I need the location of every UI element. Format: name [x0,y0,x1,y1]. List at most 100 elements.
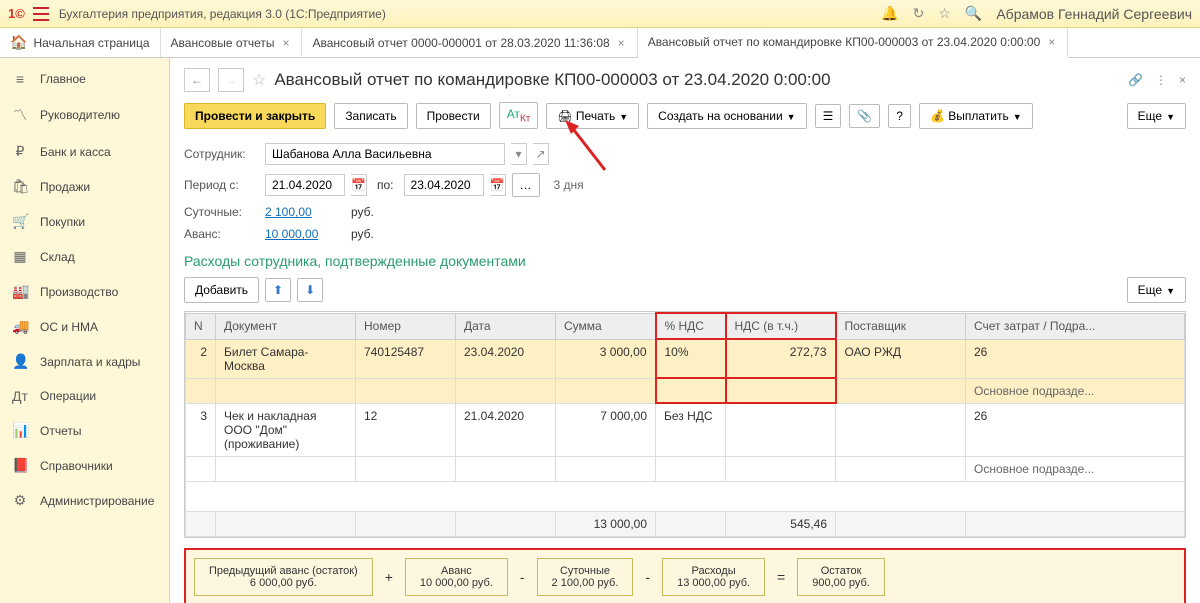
col-vat-pct[interactable]: % НДС [656,313,726,339]
employee-field[interactable] [265,143,505,165]
logo-1c: 1© [8,6,25,21]
tab-home[interactable]: 🏠 Начальная страница [4,28,161,57]
sidebar-ops[interactable]: ДтОперации [0,379,169,413]
sidebar-stock[interactable]: ▦Склад [0,239,169,274]
col-doc[interactable]: Документ [216,313,356,339]
factory-icon: 🏭 [12,283,28,300]
sidebar-main[interactable]: ≡Главное [0,62,169,96]
summary-prev: Предыдущий аванс (остаток) 6 000,00 руб. [194,558,373,596]
summary-remain: Остаток 900,00 руб. [797,558,885,596]
sidebar-admin[interactable]: ⚙Администрирование [0,483,169,518]
more-button[interactable]: Еще▼ [1127,103,1186,129]
structure-button[interactable]: ☰ [815,104,842,128]
calendar-icon[interactable]: 📅 [490,174,506,196]
col-account[interactable]: Счет затрат / Подра... [966,313,1185,339]
close-icon[interactable]: × [280,36,291,50]
star-icon[interactable]: ☆ [938,5,951,22]
col-n[interactable]: N [186,313,216,339]
equals-icon: = [773,569,789,585]
tab-report-current[interactable]: Авансовый отчет по командировке КП00-000… [638,28,1069,58]
ledger-icon: Дт [12,388,28,404]
search-icon[interactable]: 🔍 [965,5,982,22]
perdiem-value[interactable]: 2 100,00 [265,205,345,219]
expenses-table: N Документ Номер Дата Сумма % НДС НДС (в… [184,311,1186,538]
help-button[interactable]: ? [888,104,911,128]
kebab-icon[interactable]: ⋮ [1155,73,1167,87]
tabs-row: 🏠 Начальная страница Авансовые отчеты × … [0,28,1200,58]
table-row[interactable]: 3 Чек и накладная ООО "Дом" (проживание)… [186,403,1185,456]
bell-icon[interactable]: 🔔 [881,5,898,22]
move-down-button[interactable]: ⬇ [297,278,323,302]
expand-button[interactable]: … [512,173,540,197]
sidebar-reports[interactable]: 📊Отчеты [0,413,169,448]
period-label: Период с: [184,178,259,192]
history-icon[interactable]: ↻ [913,5,925,22]
date-from-field[interactable] [265,174,345,196]
table-row-sub[interactable]: Основное подразде... [186,456,1185,481]
cart-icon: 🛒 [12,213,28,230]
sidebar-refs[interactable]: 📕Справочники [0,448,169,483]
sidebar-sales[interactable]: 🛍Продажи [0,169,169,204]
advance-value[interactable]: 10 000,00 [265,227,345,241]
table-row-sub[interactable]: Основное подразде... [186,378,1185,403]
advance-label: Аванс: [184,227,259,241]
summary-perdiem: Суточные 2 100,00 руб. [537,558,634,596]
sidebar-buy[interactable]: 🛒Покупки [0,204,169,239]
col-supplier[interactable]: Поставщик [836,313,966,339]
username[interactable]: Абрамов Геннадий Сергеевич [996,6,1192,22]
more-button[interactable]: Еще▼ [1127,277,1186,303]
book-icon: 📕 [12,457,28,474]
table-row[interactable]: 2 Билет Самара-Москва 740125487 23.04.20… [186,339,1185,378]
sidebar-prod[interactable]: 🏭Производство [0,274,169,309]
totals-row: 13 000,00 545,46 [186,511,1185,536]
close-icon[interactable]: × [616,36,627,50]
favorite-icon[interactable]: ☆ [252,70,266,90]
forward-button[interactable]: → [218,68,244,92]
perdiem-label: Суточные: [184,205,259,219]
tab-label: Авансовые отчеты [171,36,275,50]
col-sum[interactable]: Сумма [556,313,656,339]
bar-icon: 📊 [12,422,28,439]
col-num[interactable]: Номер [356,313,456,339]
col-vat[interactable]: НДС (в т.ч.) [726,313,836,339]
tab-advance-reports[interactable]: Авансовые отчеты × [161,28,303,57]
doc-title: Авансовый отчет по командировке КП00-000… [274,70,1120,90]
tab-label: Авансовый отчет 0000-000001 от 28.03.202… [312,36,609,50]
create-based-button[interactable]: Создать на основании▼ [647,103,806,129]
sidebar-salary[interactable]: 👤Зарплата и кадры [0,344,169,379]
col-date[interactable]: Дата [456,313,556,339]
home-icon: 🏠 [10,34,27,51]
pay-button[interactable]: 💰 Выплатить▼ [919,103,1033,129]
tab-home-label: Начальная страница [33,36,149,50]
move-up-button[interactable]: ⬆ [265,278,291,302]
link-icon[interactable]: 🔗 [1128,73,1143,87]
truck-icon: 🚚 [12,318,28,335]
bag-icon: 🛍 [12,178,28,195]
attach-button[interactable]: 📎 [849,104,880,128]
dropdown-icon[interactable]: ▾ [511,143,527,165]
open-icon[interactable]: ↗ [533,143,549,165]
back-button[interactable]: ← [184,68,210,92]
calendar-icon[interactable]: 📅 [351,174,367,196]
print-button[interactable]: 🖨 Печать▼ [546,103,639,129]
post-close-button[interactable]: Провести и закрыть [184,103,326,129]
date-to-label: по: [377,178,394,192]
box-icon: ▦ [12,248,28,265]
sidebar-manager[interactable]: 〽Руководителю [0,96,169,134]
menu-icon: ≡ [12,71,28,87]
dt-kt-button[interactable]: АтКт [499,102,539,129]
rub-label: руб. [351,205,374,219]
app-title: Бухгалтерия предприятия, редакция 3.0 (1… [59,7,881,21]
sidebar-bank[interactable]: ₽Банк и касса [0,134,169,169]
tab-report-1[interactable]: Авансовый отчет 0000-000001 от 28.03.202… [302,28,637,57]
save-button[interactable]: Записать [334,103,407,129]
post-button[interactable]: Провести [416,103,491,129]
summary-expense: Расходы 13 000,00 руб. [662,558,765,596]
sidebar-os[interactable]: 🚚ОС и НМА [0,309,169,344]
menu-icon[interactable] [33,7,49,21]
days-count: 3 дня [554,178,584,192]
date-to-field[interactable] [404,174,484,196]
add-button[interactable]: Добавить [184,277,259,303]
close-icon[interactable]: × [1179,73,1186,87]
close-icon[interactable]: × [1046,35,1057,49]
